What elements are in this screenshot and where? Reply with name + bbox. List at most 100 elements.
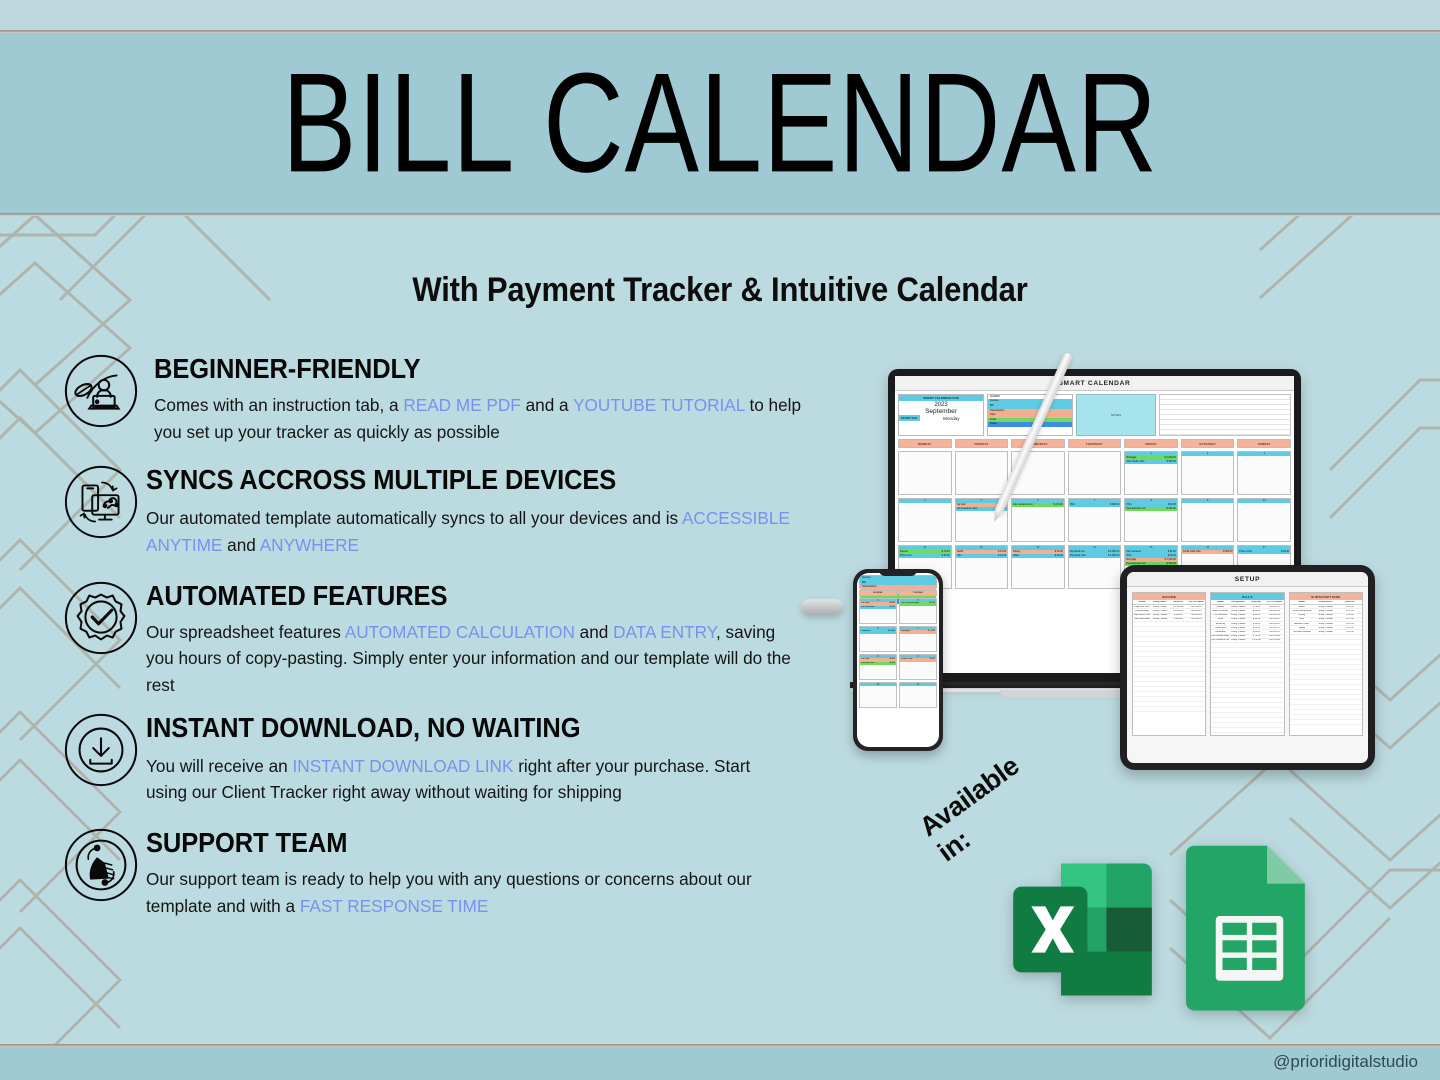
event-name: Personal loan [861,661,875,664]
calendar-cell[interactable]: 8 Car loan $ 800 Personal loan $ 200 [859,654,897,680]
calendar-controls[interactable]: SMART CALENDAR FOR 2023 September START … [898,394,984,436]
calendar-cell[interactable]: 8 HOA $ 40.00 Personal loan Ann $ 200.00 [1124,498,1178,543]
calendar-event[interactable]: Water $ 60.00 [1012,554,1064,559]
table-cell: 2023-09-11 [1269,630,1281,633]
calendar-cell[interactable]: 2 [1180,451,1235,496]
event-name: HOA [1069,503,1075,507]
table-cell: Spotify [1298,626,1306,629]
table-cell: 2023-09-15 [1269,614,1281,617]
table-cell: Every 2 Week [1153,609,1167,612]
calendar-event[interactable]: Hulu $ 12.00 [955,554,1008,559]
column-header: 1ST PAYMENT [1188,601,1205,604]
table-cell: $ 12.00 [1346,618,1354,621]
calendar-event[interactable]: HOA $ 300.00 [1068,503,1121,508]
table-cell: $ 40.00 [1252,618,1261,621]
calendar-cell[interactable]: 13 Disney $ 30.00 Water $ 60.00 [1011,545,1065,590]
calendar-cell[interactable] [898,451,952,496]
year-value[interactable]: 2023 [899,401,983,408]
divider-rule-header-bottom [0,213,1440,216]
calendar-event[interactable]: Life insurance Ann $ 170.00 [1012,503,1064,508]
calendar-event[interactable]: Credit Card $ 500 [900,658,936,662]
phone-legend: IncomeBillSubscriptionDebtFoodToday [859,575,937,604]
calendar-cell[interactable] [954,451,1009,496]
feature-description: Our automated template automatically syn… [146,508,790,555]
calendar-cell[interactable]: 14 Paycheck Ann $ 4,000.00 Paycheck John $ 2… [1067,545,1122,590]
table-cell: Every 1 Month [1231,639,1246,642]
calendar-cell[interactable]: 7 Mortgage $ 1,200 [899,626,937,652]
table-cell: $ 120.00 [1252,639,1261,642]
calendar-cell[interactable]: 10 [1237,498,1291,543]
calendar-event[interactable]: Paycheck $ 4,000 [860,630,896,634]
day-number: 11 [900,683,936,687]
feature-description: You will receive an INSTANT DOWNLOAD LIN… [146,755,751,803]
person-laptop-leaf-icon [62,352,140,430]
setup-tables: INCOME NAME FREQUENCY AMOUNT 1ST PAYMENT Payc… [1127,587,1368,741]
calendar-cell[interactable]: 4 Car loan $ 800 Life insurance $ 120 [859,598,897,624]
calendar-cell[interactable]: 4 [898,498,952,543]
table-cell: Car Insurance [1213,614,1228,617]
calendar-event[interactable]: Phone John $ 45.00 [1238,550,1290,555]
download-arrow-icon [62,711,140,789]
calendar-event[interactable]: Phone Ann $ 40.00 [899,554,951,559]
event-amount: $ 12.00 [998,554,1007,558]
feature-description: Our support team is ready to help you wi… [146,868,752,916]
table-cell: Disney [1298,614,1306,617]
event-amount: $ 500.00 [1223,550,1233,554]
calendar-event[interactable]: Side Hustle John $ 500.00 [1125,460,1177,465]
feature-item-instant-download: INSTANT DOWNLOAD, NO WAITING You will re… [62,707,802,806]
feature-item-beginner-friendly: BEGINNER-FRIENDLY Comes with an instruct… [62,348,802,445]
table-cell: Every 1 Month [1231,605,1246,608]
calendar-cell[interactable]: 12 Netflix $ 15.00 Hulu $ 12.00 [954,545,1009,590]
event-amount: $ 500 [929,658,935,661]
column-header: AMOUNT [1251,601,1262,604]
event-name: Paycheck John [1069,554,1086,558]
table-cell: Every 1 Month [1231,618,1246,621]
gear-checkmark-icon [62,579,140,657]
event-name: Credit Card John [1182,550,1201,554]
calendar-cell[interactable]: 3 [1237,451,1291,496]
event-name: Phone John [1239,550,1253,554]
calendar-cell[interactable]: 1 Mortgage $ 4,000.00 Side Hustle John $ 500… [1124,451,1178,496]
calendar-cell[interactable] [1067,451,1122,496]
feature-title: BEGINNER-FRIENDLY [154,354,421,385]
footer-band [0,1047,1440,1080]
column-header: NAME [1138,601,1146,604]
setup-table: INCOME NAME FREQUENCY AMOUNT 1ST PAYMENT Payc… [1132,592,1207,736]
calendar-event[interactable]: Life insurance $ 120 [860,605,896,610]
calendar-cell[interactable]: 6 Paycheck $ 4,000 [859,626,897,652]
table-empty-rows [1133,621,1206,714]
notes-panel[interactable]: NOTES [1076,394,1156,436]
calendar-event[interactable]: Personal loan Ann $ 200.00 [1125,507,1177,512]
table-cell: 2023-09-01 [1190,609,1202,612]
calendar-event[interactable]: Paycheck John $ 2,500.00 [1068,554,1121,559]
calendar-event[interactable]: Mortgage $ 1,200 [900,630,936,634]
page-subtitle: With Payment Tracker & Intuitive Calenda… [412,269,1028,310]
table-cell: $ 500.00 [1173,614,1183,617]
calendar-event[interactable]: Personal loan $ 200 [860,661,896,666]
sheet-title: SETUP [1127,572,1368,587]
table-cell: Every 1 Month [1231,630,1246,633]
table-cell: Side Hustle Ann [1134,618,1150,621]
table-title: INCOME [1133,593,1206,601]
calendar-event[interactable]: Life insurance Ann $ 170 [900,602,936,606]
column-header: AMOUNT [1344,601,1355,604]
table-cell: $ 15.00 [1346,622,1354,625]
calendar-cell[interactable]: 5 Life insurance Ann $ 170 [899,598,937,624]
event-amount: $ 170.00 [1053,503,1063,507]
calendar-cell[interactable]: 9 Credit Card $ 500 [899,654,937,680]
event-name: Life insurance Ann [901,602,919,605]
month-select[interactable]: September [899,408,983,415]
calendar-cell[interactable]: 10 [859,682,897,708]
start-day-select[interactable]: Monday [920,416,983,421]
calendar-cell[interactable]: 7 HOA $ 300.00 [1067,498,1122,543]
calendar-cell[interactable]: 9 [1180,498,1235,543]
calendar-cell[interactable]: 11 [899,682,937,708]
phone-day-header: MONDAY [859,590,897,596]
calendar-event[interactable]: Credit Card John $ 500.00 [1181,550,1234,555]
table-cell: Every 1 Month [1318,622,1333,625]
calendar-cell[interactable]: 6 Life insurance Ann $ 170.00 [1011,498,1065,543]
table-cell: Paycheck Ann [1135,609,1149,612]
feature-item-support-team: SUPPORT TEAM Our support team is ready t… [62,822,802,919]
calendar-day-header: TUESDAY [954,439,1009,449]
device-mockups: SMART CALENDAR SMART CALENDAR FOR 2023 S… [801,351,1415,780]
